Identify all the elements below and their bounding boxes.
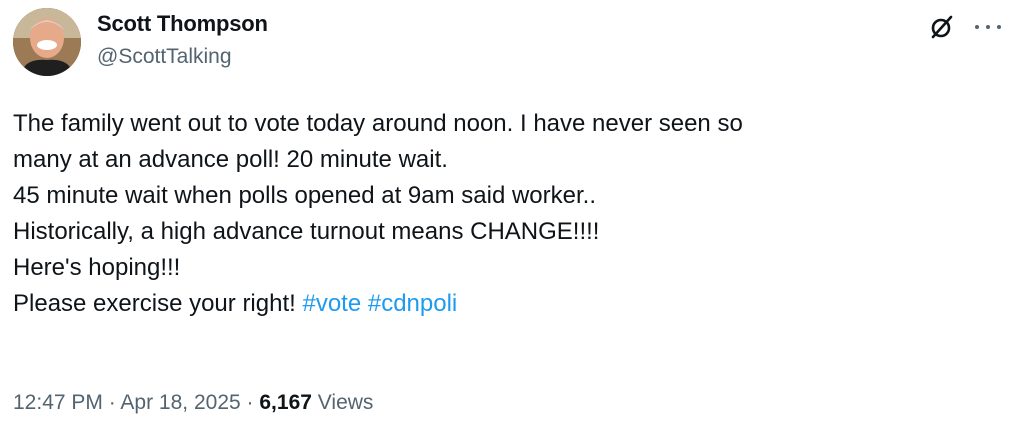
hashtag-vote[interactable]: #vote: [302, 290, 361, 317]
meta-separator: ·: [108, 391, 116, 414]
dot-icon: [975, 25, 979, 29]
tweet-line: 45 minute wait when polls opened at 9am …: [13, 182, 596, 209]
author-name[interactable]: Scott Thompson: [97, 11, 268, 37]
views-label: Views: [317, 391, 374, 414]
hashtag-cdnpoli[interactable]: #cdnpoli: [368, 290, 457, 317]
grok-icon[interactable]: [929, 14, 955, 40]
tweet-line: Here's hoping!!!: [13, 254, 181, 281]
profile-avatar[interactable]: [13, 8, 81, 76]
tweet-date[interactable]: Apr 18, 2025: [120, 391, 240, 414]
tweet-line: Historically, a high advance turnout mea…: [13, 218, 600, 245]
tweet-time[interactable]: 12:47 PM: [13, 391, 103, 414]
tweet-card: Scott Thompson @ScottTalking The family …: [0, 0, 1013, 421]
author-handle[interactable]: @ScottTalking: [97, 45, 232, 69]
tweet-line: The family went out to vote today around…: [13, 110, 743, 137]
more-options-icon[interactable]: [975, 16, 1001, 38]
tweet-text: The family went out to vote today around…: [13, 106, 998, 322]
dot-icon: [986, 25, 990, 29]
tweet-meta: 12:47 PM · Apr 18, 2025 · 6,167 Views: [13, 391, 373, 415]
views-count[interactable]: 6,167: [259, 391, 312, 414]
tweet-line-text: Please exercise your right!: [13, 290, 296, 317]
tweet-line-last: Please exercise your right! #vote #cdnpo…: [13, 286, 998, 322]
tweet-line: many at an advance poll! 20 minute wait.: [13, 146, 448, 173]
meta-separator: ·: [246, 391, 254, 414]
dot-icon: [997, 25, 1001, 29]
